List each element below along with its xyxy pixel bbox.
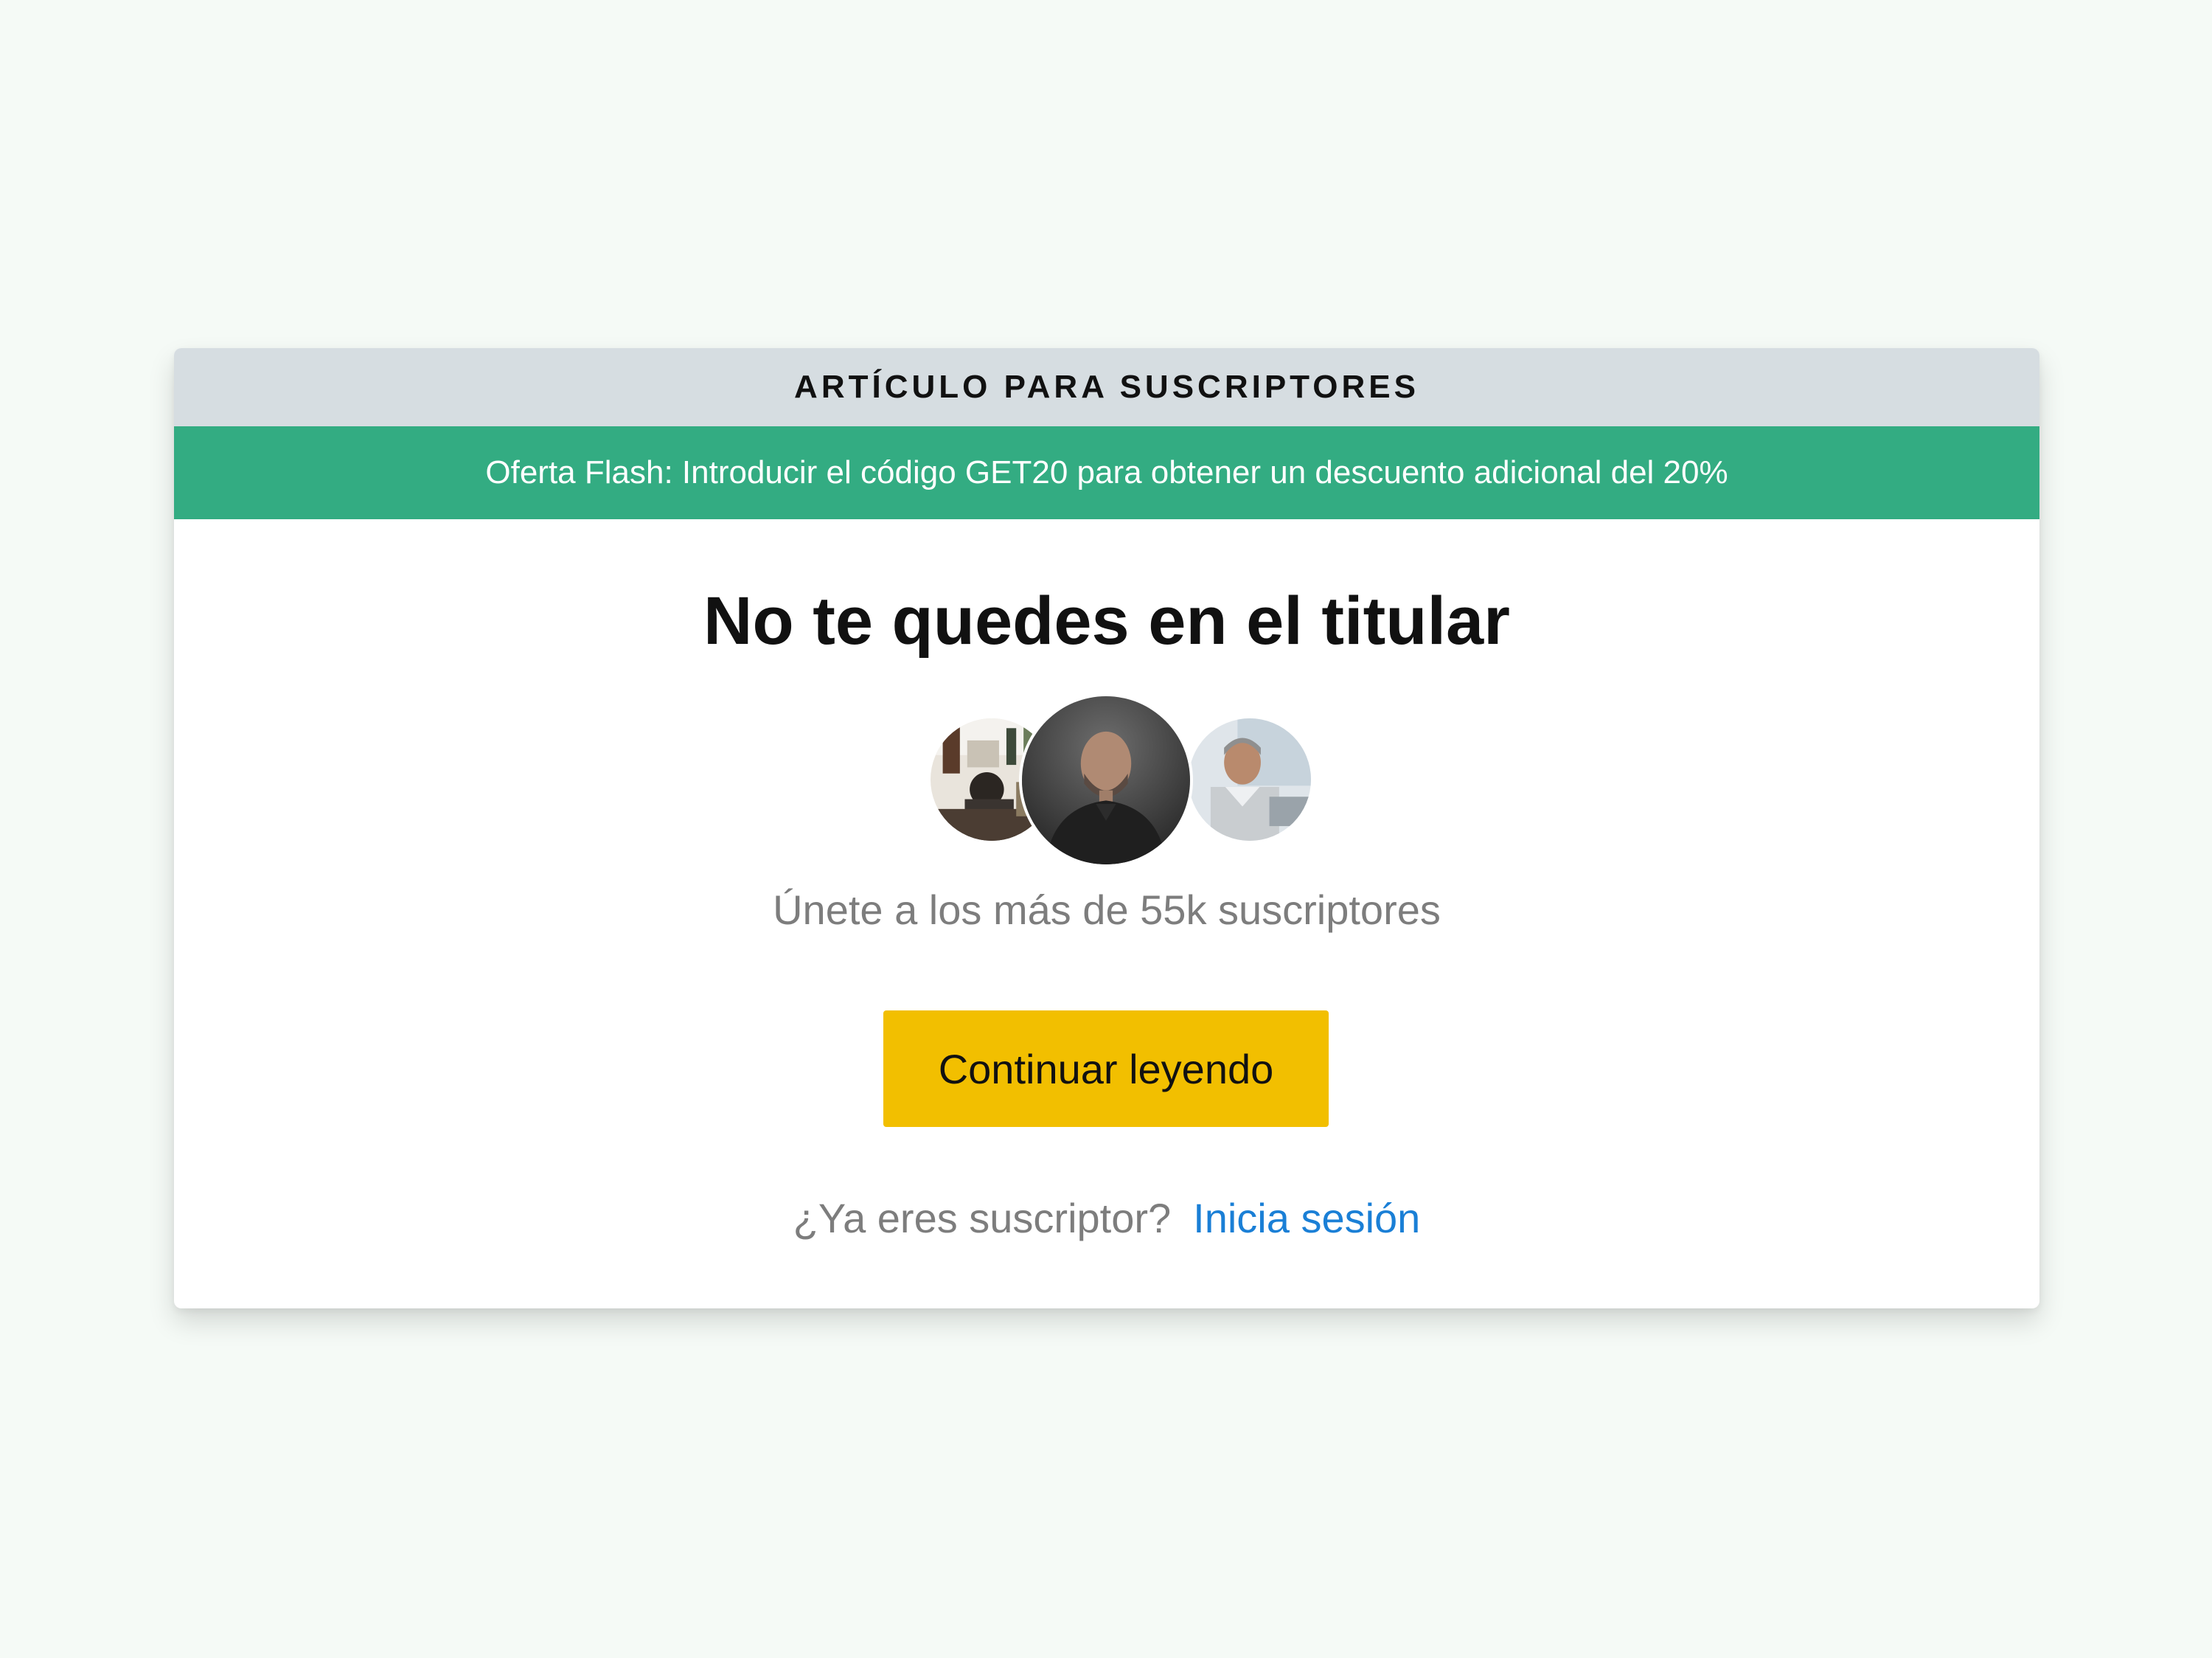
continue-reading-button[interactable]: Continuar leyendo [883, 1010, 1329, 1127]
paywall-card: ARTÍCULO PARA SUSCRIPTORES Oferta Flash:… [174, 348, 2039, 1308]
subscribers-count-text: Únete a los más de 55k suscriptores [773, 887, 1441, 933]
subscriber-avatar-laptop [1189, 718, 1311, 841]
subscriber-avatar-portrait [1022, 696, 1190, 864]
signin-link[interactable]: Inicia sesión [1193, 1195, 1420, 1241]
header-label: ARTÍCULO PARA SUSCRIPTORES [794, 369, 1419, 405]
signin-prompt: ¿Ya eres suscriptor? Inicia sesión [174, 1198, 2039, 1239]
subscriber-article-header: ARTÍCULO PARA SUSCRIPTORES [174, 348, 2039, 426]
paywall-headline: No te quedes en el titular [703, 583, 1510, 659]
flash-offer-text: Oferta Flash: Introducir el código GET20… [485, 454, 1728, 490]
flash-offer-banner: Oferta Flash: Introducir el código GET20… [174, 426, 2039, 519]
signin-question: ¿Ya eres suscriptor? [793, 1195, 1172, 1241]
paywall-body: No te quedes en el titular Únete a los m… [174, 519, 2039, 1308]
